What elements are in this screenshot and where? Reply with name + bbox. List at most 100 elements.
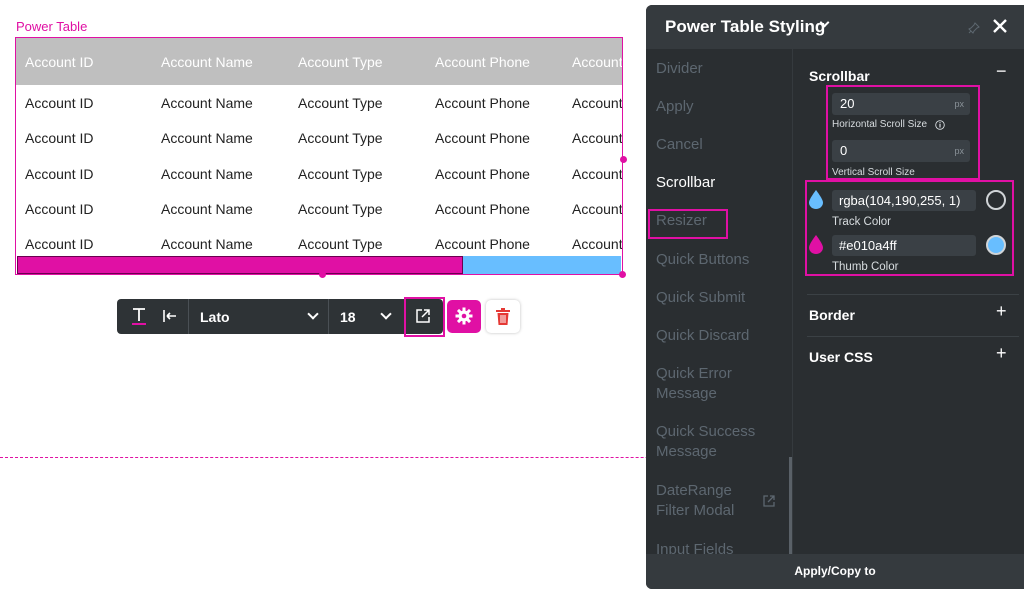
apply-copy-to-label: Apply/Copy to xyxy=(794,564,876,578)
thumb-color-label: Thumb Color xyxy=(832,261,899,273)
nav-item-apply[interactable]: Apply xyxy=(656,97,694,117)
horizontal-scrollbar-thumb[interactable] xyxy=(17,256,463,274)
expand-toggle[interactable]: + xyxy=(996,301,1007,322)
nav-item-cancel[interactable]: Cancel xyxy=(656,135,703,155)
resize-handle-corner[interactable] xyxy=(619,271,626,278)
track-color-value: rgba(104,190,255, 1) xyxy=(839,193,961,208)
apply-copy-to-button[interactable]: Apply/Copy to xyxy=(646,554,1024,589)
panel-title[interactable]: Power Table Styling xyxy=(665,17,825,37)
table-cell: Account ID xyxy=(25,166,94,182)
table-cell: Account Name xyxy=(161,95,253,111)
table-row[interactable]: Account ID Account Name Account Type Acc… xyxy=(16,156,623,191)
table-cell: Account Phone xyxy=(435,236,530,252)
font-size-value: 18 xyxy=(340,309,356,325)
page-root: Power Table Account ID Account Name Acco… xyxy=(0,0,1024,592)
table-cell: Account xyxy=(572,236,623,252)
active-nav-highlight xyxy=(648,209,728,239)
horizontal-scroll-size-value: 20 xyxy=(840,96,855,111)
water-drop-icon xyxy=(809,235,823,254)
chevron-down-icon xyxy=(307,308,319,320)
table-cell: Account Type xyxy=(298,130,383,146)
table-cell: Account xyxy=(572,201,623,217)
table-cell: Account Name xyxy=(161,236,253,252)
nav-item-quick-buttons[interactable]: Quick Buttons xyxy=(656,250,749,270)
resize-handle-right[interactable] xyxy=(620,156,627,163)
indent-icon[interactable] xyxy=(162,308,178,324)
horizontal-scroll-size-input[interactable]: 20 px xyxy=(832,93,970,115)
nav-item-quick-discard[interactable]: Quick Discard xyxy=(656,326,749,346)
nav-item-quick-error-message[interactable]: Quick Error Message xyxy=(656,364,766,404)
vertical-scroll-size-label: Vertical Scroll Size xyxy=(832,167,915,178)
trash-icon xyxy=(496,308,510,325)
table-row[interactable]: Account ID Account Name Account Type Acc… xyxy=(16,191,623,226)
table-row[interactable]: Account ID Account Name Account Type Acc… xyxy=(16,120,623,155)
widget-label: Power Table xyxy=(16,19,88,34)
external-link-highlight xyxy=(404,297,445,337)
table-cell: Account Name xyxy=(161,130,253,146)
thumb-color-value: #e010a4ff xyxy=(839,238,897,253)
section-title-scrollbar[interactable]: Scrollbar xyxy=(809,68,870,84)
table-row[interactable]: Account ID Account Name Account Type Acc… xyxy=(16,85,622,120)
table-cell: Account ID xyxy=(25,95,94,111)
track-color-label: Track Color xyxy=(832,216,891,228)
font-family-select[interactable]: Lato xyxy=(189,299,328,334)
table-cell: Account Name xyxy=(161,166,253,182)
table-cell: Account Type xyxy=(298,166,383,182)
gear-icon xyxy=(455,307,473,325)
delete-button[interactable] xyxy=(486,300,520,333)
nav-item-quick-submit[interactable]: Quick Submit xyxy=(656,288,745,308)
font-size-select[interactable]: 18 xyxy=(329,299,403,334)
table-cell: Account ID xyxy=(25,130,94,146)
external-link-icon[interactable] xyxy=(763,494,775,507)
section-divider xyxy=(807,294,1019,295)
nav-item-scrollbar[interactable]: Scrollbar xyxy=(656,173,715,193)
table-cell: Account ID xyxy=(25,201,94,217)
section-divider xyxy=(807,336,1019,337)
panel-header: Power Table Styling xyxy=(646,5,1024,49)
column-header[interactable]: Account ID xyxy=(25,54,93,70)
unit-label: px xyxy=(954,146,964,156)
expand-toggle[interactable]: + xyxy=(996,343,1007,364)
text-format-icon[interactable] xyxy=(131,306,147,326)
resize-handle-bottom[interactable] xyxy=(319,271,326,278)
nav-item-quick-success-message[interactable]: Quick Success Message xyxy=(656,422,766,462)
nav-item-divider[interactable]: Divider xyxy=(656,59,703,79)
table-cell: Account ID xyxy=(25,236,94,252)
table-cell: Account Phone xyxy=(435,130,530,146)
track-color-swatch[interactable] xyxy=(986,190,1006,210)
thumb-color-swatch[interactable] xyxy=(986,235,1006,255)
thumb-color-input[interactable]: #e010a4ff xyxy=(832,235,976,256)
styling-panel: Power Table Styling Divider Apply Cancel… xyxy=(646,5,1024,589)
table-cell: Account Phone xyxy=(435,95,530,111)
collapse-toggle[interactable]: − xyxy=(996,61,1007,82)
table-cell: Account xyxy=(572,166,623,182)
unit-label: px xyxy=(954,99,964,109)
table-cell: Account Type xyxy=(298,95,383,111)
table-cell: Account Phone xyxy=(435,166,530,182)
vertical-scroll-size-input[interactable]: 0 px xyxy=(832,140,970,162)
vertical-scroll-size-value: 0 xyxy=(840,143,848,158)
column-header[interactable]: Account xyxy=(572,54,622,70)
column-header[interactable]: Account Type xyxy=(298,54,383,70)
nav-item-daterange-filter-modal[interactable]: DateRange Filter Modal xyxy=(656,481,756,521)
panel-content: Scrollbar − 20 px Horizontal Scroll Size… xyxy=(793,49,1024,554)
power-table[interactable]: Account ID Account Name Account Type Acc… xyxy=(15,37,623,275)
table-header-row: Account ID Account Name Account Type Acc… xyxy=(16,38,622,85)
section-title-user-css[interactable]: User CSS xyxy=(809,349,873,365)
column-header[interactable]: Account Name xyxy=(161,54,253,70)
table-cell: Account Type xyxy=(298,236,383,252)
column-header[interactable]: Account Phone xyxy=(435,54,530,70)
close-icon[interactable] xyxy=(992,18,1008,34)
font-family-value: Lato xyxy=(200,309,230,325)
pin-icon[interactable] xyxy=(968,21,980,34)
widget-toolbar: Lato 18 xyxy=(117,299,443,334)
table-cell: Account xyxy=(572,130,623,146)
info-icon[interactable] xyxy=(935,117,945,130)
horizontal-scroll-size-label: Horizontal Scroll Size xyxy=(832,119,928,130)
table-cell: Account Phone xyxy=(435,201,530,217)
panel-nav: Divider Apply Cancel Scrollbar Resizer Q… xyxy=(646,49,792,574)
section-title-border[interactable]: Border xyxy=(809,307,855,323)
settings-button[interactable] xyxy=(447,300,481,333)
chevron-down-icon xyxy=(380,308,392,320)
track-color-input[interactable]: rgba(104,190,255, 1) xyxy=(832,190,976,211)
